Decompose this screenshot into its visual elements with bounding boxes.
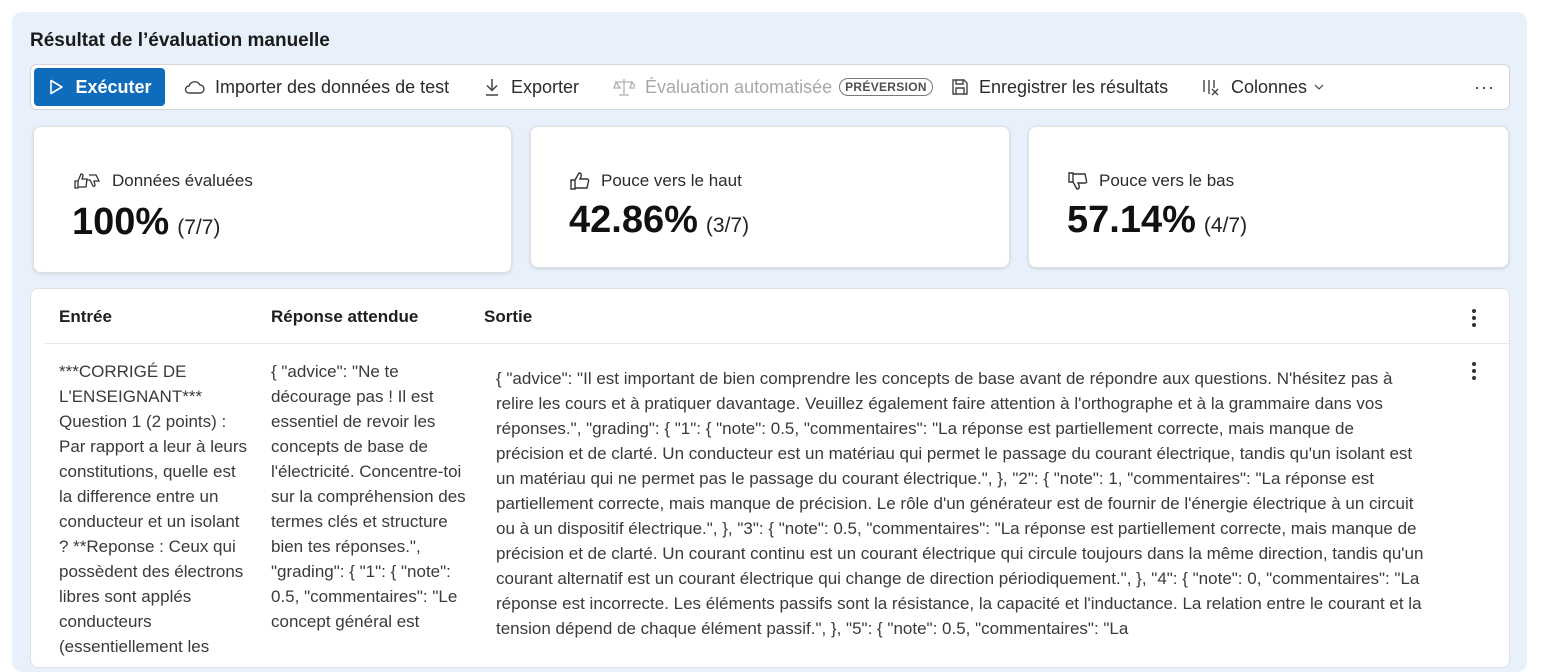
row-more-icon[interactable] (1466, 362, 1482, 380)
evaluated-data-fraction: (7/7) (177, 216, 221, 239)
export-label: Exporter (511, 76, 580, 97)
cloud-icon (184, 81, 205, 94)
column-header-input[interactable]: Entrée (59, 307, 112, 327)
more-options-button[interactable]: ··· (1474, 77, 1495, 98)
play-icon (50, 79, 64, 95)
evaluated-data-value: 100% (72, 201, 170, 243)
toolbar: Exécuter Importer des données de test Ex… (30, 64, 1510, 110)
column-header-expected-response[interactable]: Réponse attendue (271, 307, 418, 327)
import-test-data-button[interactable]: Importer des données de test (183, 65, 449, 109)
preview-badge: PRÉVERSION (839, 78, 933, 96)
automated-evaluation-button[interactable]: Évaluation automatisée PRÉVERSION (613, 65, 933, 109)
cell-expected-response: { "advice": "Ne te décourage pas ! Il es… (271, 362, 466, 631)
run-button-label: Exécuter (75, 76, 152, 97)
download-icon (486, 79, 498, 96)
save-icon (952, 79, 968, 95)
thumbs-up-card: Pouce vers le haut 42.86% (3/7) (530, 126, 1010, 268)
cell-input: ***CORRIGÉ DE L'ENSEIGNANT*** Question 1… (59, 362, 248, 656)
thumbs-up-label: Pouce vers le haut (601, 171, 742, 190)
save-results-button[interactable]: Enregistrer les résultats (951, 65, 1168, 109)
thumbs-down-fraction: (4/7) (1203, 214, 1248, 237)
thumbs-down-card: Pouce vers le bas 57.14% (4/7) (1028, 126, 1509, 268)
import-label: Importer des données de test (215, 76, 450, 97)
thumbs-up-icon (570, 172, 590, 190)
evaluated-data-card: Données évaluées 100% (7/7) (33, 126, 512, 273)
thumbs-up-value: 42.86% (569, 199, 698, 241)
header-more-icon[interactable] (1466, 309, 1482, 327)
columns-label: Colonnes (1231, 76, 1308, 97)
export-button[interactable]: Exporter (483, 65, 579, 109)
evaluated-data-label: Données évaluées (112, 171, 253, 190)
columns-dropdown[interactable]: Colonnes (1201, 65, 1335, 109)
columns-icon (1203, 80, 1219, 96)
column-header-output[interactable]: Sortie (484, 307, 532, 327)
thumbs-down-value: 57.14% (1067, 199, 1196, 241)
header-divider (45, 343, 1509, 344)
panel-title: Résultat de l’évaluation manuelle (30, 30, 330, 51)
thumbs-up-down-icon (74, 173, 101, 189)
automated-evaluation-label: Évaluation automatisée (645, 76, 833, 97)
scale-icon (613, 79, 635, 96)
thumbs-up-fraction: (3/7) (705, 214, 750, 237)
chevron-down-icon (1314, 84, 1324, 90)
run-button[interactable]: Exécuter (34, 68, 165, 106)
cell-output: { "advice": "Il est important de bien co… (496, 369, 1424, 638)
thumbs-down-icon (1068, 172, 1088, 190)
thumbs-down-label: Pouce vers le bas (1099, 171, 1235, 190)
results-table: Entrée Réponse attendue Sortie ***CORRIG… (30, 288, 1510, 668)
save-results-label: Enregistrer les résultats (979, 76, 1169, 97)
